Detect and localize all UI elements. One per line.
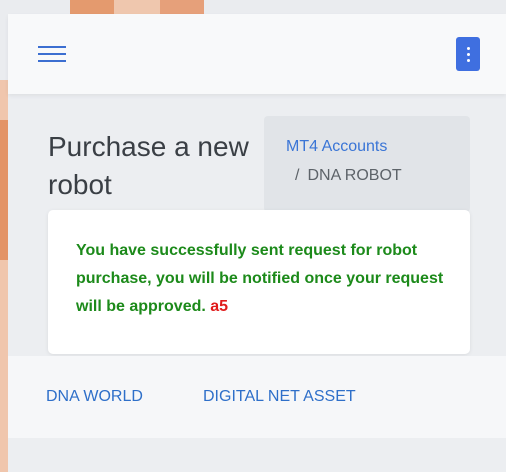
app-window: Purchase a new robot MT4 Accounts / DNA R… — [8, 14, 506, 472]
breadcrumb: MT4 Accounts / DNA ROBOT — [264, 116, 470, 212]
background-decoration — [70, 0, 114, 14]
breadcrumb-item-dna-robot: DNA ROBOT — [307, 167, 402, 184]
background-decoration — [0, 120, 8, 260]
breadcrumb-item-mt4-accounts[interactable]: MT4 Accounts — [286, 136, 470, 158]
top-navbar — [8, 14, 506, 94]
success-alert: You have successfully sent request for r… — [48, 210, 470, 354]
kebab-vertical-icon — [466, 46, 470, 50]
footer-link-dna-world[interactable]: DNA WORLD — [46, 387, 143, 407]
breadcrumb-separator: / — [295, 167, 300, 184]
alert-code: a5 — [210, 298, 229, 315]
background-decoration — [114, 0, 160, 14]
alert-message: You have successfully sent request for r… — [76, 242, 444, 315]
page-title: Purchase a new robot — [48, 131, 249, 200]
hamburger-menu-icon[interactable] — [38, 42, 66, 64]
background-decoration — [160, 0, 204, 14]
more-options-button[interactable] — [456, 37, 480, 71]
footer-link-digital-net-asset[interactable]: DIGITAL NET ASSET — [203, 387, 356, 407]
breadcrumb-item-current: / DNA ROBOT — [295, 165, 470, 187]
